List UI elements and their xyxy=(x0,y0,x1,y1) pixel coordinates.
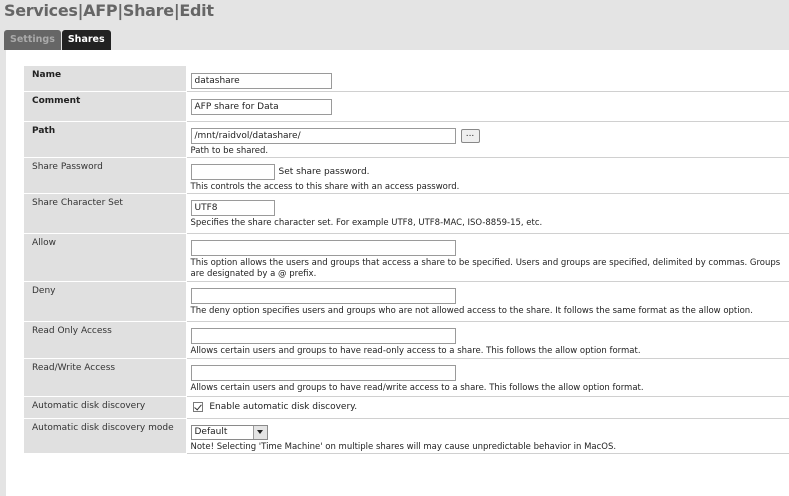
read-only-input[interactable] xyxy=(190,327,456,344)
allow-description: This option allows the users and groups … xyxy=(190,257,781,279)
read-only-description: Allows certain users and groups to have … xyxy=(190,345,641,356)
read-write-description: Allows certain users and groups to have … xyxy=(190,382,644,393)
auto-discovery-checkbox[interactable] xyxy=(192,401,203,412)
chevron-down-icon[interactable] xyxy=(252,425,267,439)
auto-discovery-mode-select[interactable]: Default xyxy=(190,424,268,440)
read-only-label: Read Only Access xyxy=(24,321,187,359)
name-input[interactable]: datashare xyxy=(190,73,332,89)
name-label: Name xyxy=(24,66,187,92)
allow-label: Allow xyxy=(24,233,187,282)
share-password-note: Set share password. xyxy=(278,166,370,177)
auto-discovery-mode-label: Automatic disk discovery mode xyxy=(24,418,187,454)
share-password-input[interactable] xyxy=(190,163,275,180)
deny-input[interactable] xyxy=(190,287,456,304)
share-edit-form: Name datashare Comment AFP share for Dat… xyxy=(24,66,789,454)
content-panel: Name datashare Comment AFP share for Dat… xyxy=(6,50,789,496)
deny-label: Deny xyxy=(24,281,187,322)
comment-label: Comment xyxy=(24,91,187,122)
share-password-description: This controls the access to this share w… xyxy=(190,181,460,192)
browse-button[interactable]: ... xyxy=(460,128,480,143)
checkmark-icon xyxy=(193,402,202,410)
path-description: Path to be shared. xyxy=(190,145,269,156)
charset-input[interactable]: UTF8 xyxy=(190,199,275,216)
auto-discovery-checkbox-label: Enable automatic disk discovery. xyxy=(209,401,358,412)
deny-description: The deny option specifies users and grou… xyxy=(190,305,753,316)
page-title: Services|AFP|Share|Edit xyxy=(4,1,214,20)
tab-shares[interactable]: Shares xyxy=(61,30,111,50)
tab-settings[interactable]: Settings xyxy=(4,30,61,50)
read-write-input[interactable] xyxy=(190,364,456,381)
comment-input[interactable]: AFP share for Data xyxy=(190,98,332,115)
auto-discovery-mode-value: Default xyxy=(194,427,228,437)
path-label: Path xyxy=(24,121,187,158)
read-write-label: Read/Write Access xyxy=(24,358,187,397)
path-input[interactable]: /mnt/raidvol/datashare/ xyxy=(190,127,456,144)
auto-discovery-mode-description: Note! Selecting 'Time Machine' on multip… xyxy=(190,441,617,452)
allow-input[interactable] xyxy=(190,239,456,256)
charset-description: Specifies the share character set. For e… xyxy=(190,217,543,228)
auto-discovery-label: Automatic disk discovery xyxy=(24,396,187,419)
tab-bar: Settings Shares xyxy=(4,30,111,50)
charset-label: Share Character Set xyxy=(24,193,187,234)
share-password-label: Share Password xyxy=(24,157,187,194)
